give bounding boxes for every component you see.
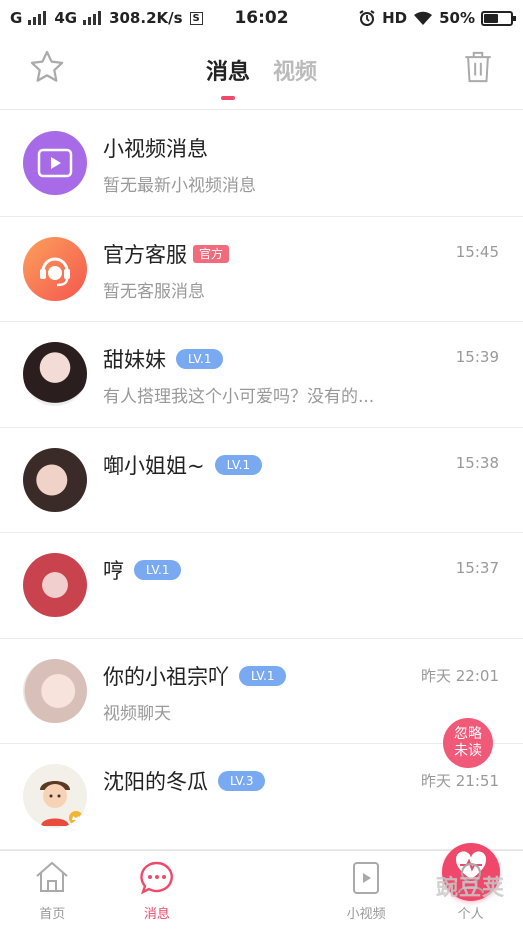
contact-name: 小视频消息	[103, 137, 208, 161]
avatar[interactable]	[23, 447, 87, 512]
cartoon-avatar[interactable]	[23, 764, 87, 828]
contact-name: 你的小祖宗吖	[103, 664, 229, 689]
signal-icon	[83, 11, 102, 25]
contact-name: 甜妹妹	[103, 348, 166, 372]
message-time: 昨天 22:01	[421, 666, 499, 685]
message-time: 15:38	[455, 453, 499, 472]
message-time: 15:39	[455, 348, 499, 366]
message-preview: 暂无客服消息	[103, 281, 205, 302]
headset-icon	[23, 236, 87, 301]
contact-name: 官方客服	[103, 242, 187, 267]
avatar[interactable]	[23, 658, 87, 723]
level-badge: LV.1	[239, 665, 287, 686]
message-row[interactable]: 小视频消息 暂无最新小视频消息	[0, 111, 523, 217]
message-row[interactable]: 官方客服 官方 15:45 暂无客服消息	[0, 217, 523, 322]
message-row[interactable]: 哼 LV.1 15:37	[0, 533, 523, 639]
tab-videos[interactable]: 视频	[273, 54, 317, 86]
message-time: 15:45	[455, 242, 499, 261]
avatar[interactable]	[23, 342, 87, 406]
contact-name: 啣小姐姐~	[103, 453, 205, 478]
message-preview: 视频聊天	[103, 703, 171, 724]
bottom-nav: 首页 消息 小视频 个人 豌豆荚	[0, 843, 523, 930]
level-badge: LV.1	[176, 349, 224, 369]
message-row[interactable]: 啣小姐姐~ LV.1 15:38	[0, 428, 523, 533]
message-row[interactable]: 沈阳的冬瓜 LV.3 昨天 21:51	[0, 744, 523, 850]
message-time: 昨天 21:51	[421, 772, 499, 790]
tab-messages[interactable]: 消息	[206, 54, 250, 100]
chat-icon	[140, 861, 173, 895]
trash-icon[interactable]	[461, 48, 495, 86]
network-speed: 308.2K/s	[109, 9, 183, 27]
carrier-label: G	[10, 9, 23, 27]
signal-icon	[28, 11, 47, 25]
level-badge: LV.1	[214, 454, 263, 475]
watermark: 豌豆荚	[435, 876, 505, 901]
message-preview: 有人搭理我这个小可爱吗？没有的...	[103, 387, 375, 407]
message-time: 15:37	[455, 559, 499, 577]
home-icon	[36, 861, 68, 892]
speed-box-icon: S	[189, 11, 203, 25]
nav-label: 首页	[39, 907, 66, 922]
contact-name: 哼	[103, 559, 124, 583]
avatar[interactable]	[23, 553, 87, 617]
nav-home[interactable]: 首页	[0, 851, 105, 930]
battery-percent: 50%	[439, 9, 475, 27]
nav-label: 个人	[457, 907, 484, 922]
video-icon	[353, 862, 380, 894]
message-row[interactable]: 你的小祖宗吖 LV.1 昨天 22:01 视频聊天	[0, 639, 523, 744]
top-header: 消息 视频	[0, 36, 523, 110]
tab-bar: 消息 视频	[0, 54, 523, 100]
nav-messages[interactable]: 消息	[105, 851, 210, 930]
contact-name: 沈阳的冬瓜	[103, 770, 208, 794]
message-preview: 暂无最新小视频消息	[103, 176, 256, 196]
nav-label: 消息	[143, 907, 170, 922]
video-play-icon	[23, 131, 87, 195]
nav-short-video[interactable]: 小视频	[314, 851, 419, 930]
ignore-unread-button[interactable]: 忽略 未读	[443, 718, 493, 768]
nav-center[interactable]	[209, 843, 501, 930]
network-type: 4G	[54, 9, 78, 27]
level-badge: LV.3	[218, 771, 266, 791]
message-row[interactable]: 甜妹妹 LV.1 15:39 有人搭理我这个小可爱吗？没有的...	[0, 322, 523, 428]
status-bar: G 4G 308.2K/s S 16:02 HD 50%	[0, 0, 523, 36]
official-badge: 官方	[193, 244, 230, 263]
battery-icon	[481, 10, 516, 26]
ignore-unread-label: 忽略 未读	[454, 726, 482, 759]
level-badge: LV.1	[134, 560, 182, 580]
wifi-icon	[414, 11, 433, 25]
nav-label: 小视频	[346, 907, 386, 922]
alarm-icon	[359, 10, 375, 26]
hd-label: HD	[382, 9, 408, 27]
